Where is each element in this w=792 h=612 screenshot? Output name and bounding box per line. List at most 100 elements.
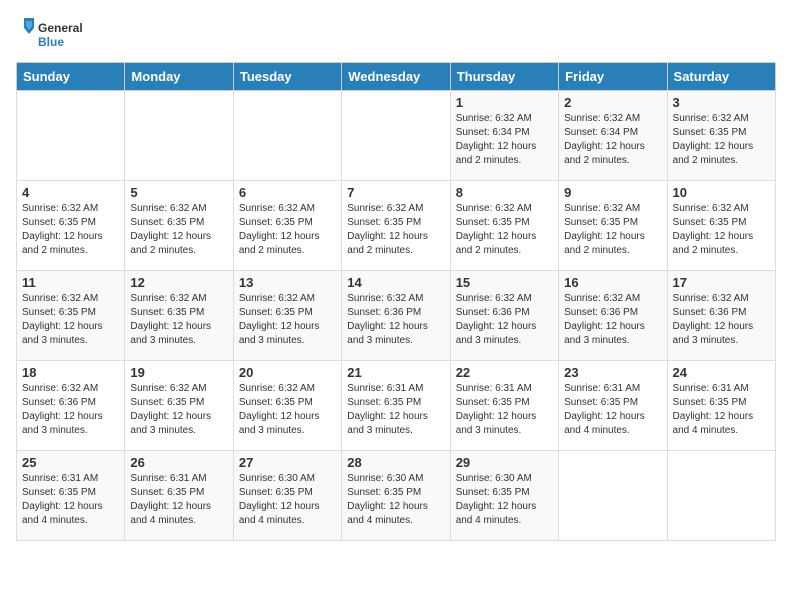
calendar-cell (125, 91, 233, 181)
svg-text:General: General (38, 21, 83, 35)
calendar-cell: 6 Sunrise: 6:32 AM Sunset: 6:35 PM Daylig… (233, 181, 341, 271)
day-number: 18 (22, 365, 119, 380)
day-info: Sunrise: 6:32 AM Sunset: 6:35 PM Dayligh… (673, 112, 770, 168)
calendar-cell: 9Sunrise: 6:32 AM Sunset: 6:35 PM Daylig… (559, 181, 667, 271)
day-info: Sunrise: 6:32 AM Sunset: 6:35 PM Dayligh… (239, 202, 336, 258)
calendar-cell: 11 Sunrise: 6:32 AM Sunset: 6:35 PM Dayli… (17, 271, 125, 361)
day-info: Sunrise: 6:32 AM Sunset: 6:35 PM Dayligh… (456, 202, 553, 258)
header-day-saturday: Saturday (667, 63, 775, 91)
day-info: Sunrise: 6:31 AM Sunset: 6:35 PM Dayligh… (22, 472, 119, 528)
day-info: Sunrise: 6:32 AM Sunset: 6:35 PM Dayligh… (239, 292, 336, 348)
header-day-monday: Monday (125, 63, 233, 91)
header: General Blue (16, 16, 776, 54)
calendar-cell (233, 91, 341, 181)
day-info: Sunrise: 6:30 AM Sunset: 6:35 PM Dayligh… (347, 472, 444, 528)
header-row: SundayMondayTuesdayWednesdayThursdayFrid… (17, 63, 776, 91)
svg-text:Blue: Blue (38, 35, 64, 49)
day-number: 13 (239, 275, 336, 290)
day-info: Sunrise: 6:30 AM Sunset: 6:35 PM Dayligh… (456, 472, 553, 528)
header-day-thursday: Thursday (450, 63, 558, 91)
calendar-cell: 18 Sunrise: 6:32 AM Sunset: 6:36 PM Dayli… (17, 361, 125, 451)
header-day-tuesday: Tuesday (233, 63, 341, 91)
day-number: 11 (22, 275, 119, 290)
calendar-cell (17, 91, 125, 181)
day-number: 10 (673, 185, 770, 200)
calendar-cell: 19 Sunrise: 6:32 AM Sunset: 6:35 PM Dayli… (125, 361, 233, 451)
day-number: 12 (130, 275, 227, 290)
day-number: 6 (239, 185, 336, 200)
day-info: Sunrise: 6:32 AM Sunset: 6:36 PM Dayligh… (564, 292, 661, 348)
calendar-cell (342, 91, 450, 181)
day-number: 27 (239, 455, 336, 470)
calendar-cell: 27 Sunrise: 6:30 AM Sunset: 6:35 PM Dayli… (233, 451, 341, 541)
header-day-sunday: Sunday (17, 63, 125, 91)
calendar-cell: 26Sunrise: 6:31 AM Sunset: 6:35 PM Dayli… (125, 451, 233, 541)
day-info: Sunrise: 6:31 AM Sunset: 6:35 PM Dayligh… (673, 382, 770, 438)
day-number: 8 (456, 185, 553, 200)
day-info: Sunrise: 6:32 AM Sunset: 6:35 PM Dayligh… (22, 292, 119, 348)
day-info: Sunrise: 6:32 AM Sunset: 6:35 PM Dayligh… (564, 202, 661, 258)
day-info: Sunrise: 6:30 AM Sunset: 6:35 PM Dayligh… (239, 472, 336, 528)
day-info: Sunrise: 6:31 AM Sunset: 6:35 PM Dayligh… (456, 382, 553, 438)
day-info: Sunrise: 6:32 AM Sunset: 6:36 PM Dayligh… (673, 292, 770, 348)
week-row-4: 18 Sunrise: 6:32 AM Sunset: 6:36 PM Dayli… (17, 361, 776, 451)
calendar-table: SundayMondayTuesdayWednesdayThursdayFrid… (16, 62, 776, 541)
calendar-cell: 28 Sunrise: 6:30 AM Sunset: 6:35 PM Dayli… (342, 451, 450, 541)
calendar-cell: 10 Sunrise: 6:32 AM Sunset: 6:35 PM Dayli… (667, 181, 775, 271)
day-info: Sunrise: 6:32 AM Sunset: 6:35 PM Dayligh… (347, 202, 444, 258)
day-number: 14 (347, 275, 444, 290)
day-info: Sunrise: 6:31 AM Sunset: 6:35 PM Dayligh… (347, 382, 444, 438)
calendar-cell: 21 Sunrise: 6:31 AM Sunset: 6:35 PM Dayli… (342, 361, 450, 451)
day-number: 5 (130, 185, 227, 200)
day-info: Sunrise: 6:32 AM Sunset: 6:35 PM Dayligh… (673, 202, 770, 258)
header-day-friday: Friday (559, 63, 667, 91)
day-info: Sunrise: 6:32 AM Sunset: 6:35 PM Dayligh… (22, 202, 119, 258)
logo: General Blue (16, 16, 96, 54)
calendar-cell: 22Sunrise: 6:31 AM Sunset: 6:35 PM Dayli… (450, 361, 558, 451)
day-number: 28 (347, 455, 444, 470)
day-info: Sunrise: 6:32 AM Sunset: 6:34 PM Dayligh… (564, 112, 661, 168)
calendar-cell: 14 Sunrise: 6:32 AM Sunset: 6:36 PM Dayli… (342, 271, 450, 361)
day-info: Sunrise: 6:32 AM Sunset: 6:35 PM Dayligh… (239, 382, 336, 438)
day-info: Sunrise: 6:31 AM Sunset: 6:35 PM Dayligh… (130, 472, 227, 528)
calendar-cell: 16 Sunrise: 6:32 AM Sunset: 6:36 PM Dayli… (559, 271, 667, 361)
day-number: 7 (347, 185, 444, 200)
day-number: 24 (673, 365, 770, 380)
day-number: 16 (564, 275, 661, 290)
day-number: 21 (347, 365, 444, 380)
day-info: Sunrise: 6:32 AM Sunset: 6:34 PM Dayligh… (456, 112, 553, 168)
day-info: Sunrise: 6:32 AM Sunset: 6:35 PM Dayligh… (130, 202, 227, 258)
header-day-wednesday: Wednesday (342, 63, 450, 91)
day-number: 19 (130, 365, 227, 380)
day-number: 1 (456, 95, 553, 110)
calendar-cell: 15Sunrise: 6:32 AM Sunset: 6:36 PM Dayli… (450, 271, 558, 361)
logo-svg: General Blue (16, 16, 96, 54)
calendar-cell: 4 Sunrise: 6:32 AM Sunset: 6:35 PM Daylig… (17, 181, 125, 271)
day-info: Sunrise: 6:32 AM Sunset: 6:35 PM Dayligh… (130, 292, 227, 348)
day-info: Sunrise: 6:32 AM Sunset: 6:36 PM Dayligh… (22, 382, 119, 438)
calendar-cell: 2Sunrise: 6:32 AM Sunset: 6:34 PM Daylig… (559, 91, 667, 181)
day-number: 25 (22, 455, 119, 470)
calendar-cell: 1 Sunrise: 6:32 AM Sunset: 6:34 PM Daylig… (450, 91, 558, 181)
day-info: Sunrise: 6:32 AM Sunset: 6:36 PM Dayligh… (456, 292, 553, 348)
calendar-cell: 23Sunrise: 6:31 AM Sunset: 6:35 PM Dayli… (559, 361, 667, 451)
day-info: Sunrise: 6:32 AM Sunset: 6:35 PM Dayligh… (130, 382, 227, 438)
calendar-cell (667, 451, 775, 541)
week-row-5: 25 Sunrise: 6:31 AM Sunset: 6:35 PM Dayli… (17, 451, 776, 541)
calendar-cell: 13 Sunrise: 6:32 AM Sunset: 6:35 PM Dayli… (233, 271, 341, 361)
week-row-1: 1 Sunrise: 6:32 AM Sunset: 6:34 PM Daylig… (17, 91, 776, 181)
calendar-cell: 20 Sunrise: 6:32 AM Sunset: 6:35 PM Dayli… (233, 361, 341, 451)
calendar-cell: 7 Sunrise: 6:32 AM Sunset: 6:35 PM Daylig… (342, 181, 450, 271)
week-row-3: 11 Sunrise: 6:32 AM Sunset: 6:35 PM Dayli… (17, 271, 776, 361)
calendar-cell: 29 Sunrise: 6:30 AM Sunset: 6:35 PM Dayli… (450, 451, 558, 541)
week-row-2: 4 Sunrise: 6:32 AM Sunset: 6:35 PM Daylig… (17, 181, 776, 271)
calendar-cell (559, 451, 667, 541)
day-number: 29 (456, 455, 553, 470)
calendar-cell: 3Sunrise: 6:32 AM Sunset: 6:35 PM Daylig… (667, 91, 775, 181)
day-info: Sunrise: 6:32 AM Sunset: 6:36 PM Dayligh… (347, 292, 444, 348)
day-number: 4 (22, 185, 119, 200)
calendar-cell: 12 Sunrise: 6:32 AM Sunset: 6:35 PM Dayli… (125, 271, 233, 361)
day-number: 23 (564, 365, 661, 380)
calendar-cell: 17Sunrise: 6:32 AM Sunset: 6:36 PM Dayli… (667, 271, 775, 361)
day-number: 20 (239, 365, 336, 380)
